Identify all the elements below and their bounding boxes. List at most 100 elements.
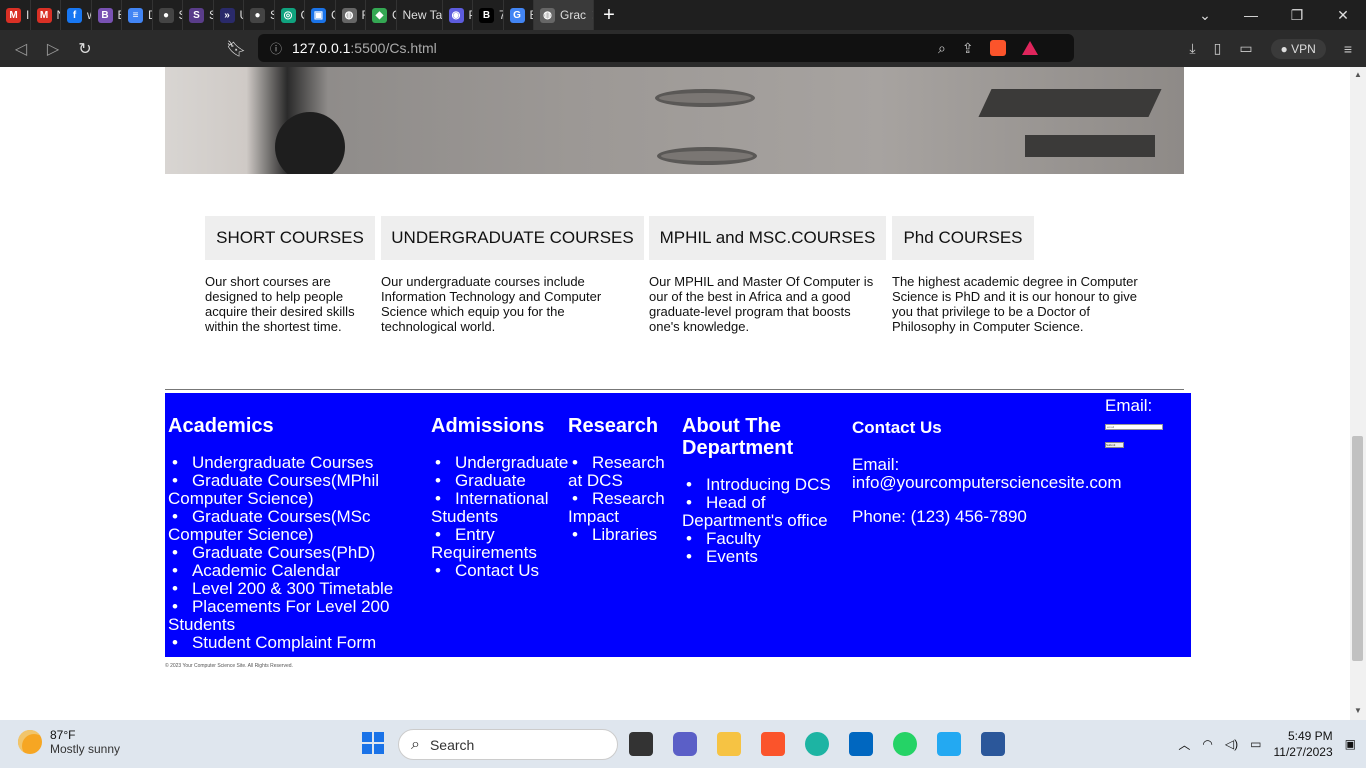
footer-link[interactable]: Undergraduate <box>431 454 568 472</box>
bookmark-icon[interactable]: 🔖︎ <box>220 33 252 65</box>
footer-link[interactable]: Events <box>682 548 832 566</box>
site-info-icon[interactable]: ⓘ <box>270 40 282 57</box>
browser-tab[interactable]: GBest <box>504 0 534 30</box>
minimize-button[interactable]: — <box>1228 7 1274 23</box>
clock[interactable]: 5:49 PM 11/27/2023 <box>1273 728 1332 760</box>
battery-icon[interactable]: ▭ <box>1250 737 1261 751</box>
tab-short-courses[interactable]: SHORT COURSES <box>205 216 375 260</box>
footer-link[interactable]: Level 200 & 300 Timetable <box>168 580 398 598</box>
share-icon[interactable]: ⇪ <box>962 40 974 57</box>
browser-tab[interactable]: ◍Res <box>336 0 366 30</box>
browser-tab[interactable]: SSaka <box>183 0 214 30</box>
notification-icon[interactable]: ▣ <box>1345 737 1356 751</box>
footer-contact-title: Contact Us <box>852 418 942 437</box>
tab-mphil-msc-courses[interactable]: MPHIL and MSC.COURSES <box>649 216 886 260</box>
vpn-button[interactable]: ● VPN <box>1270 38 1326 59</box>
hero-image-fan <box>655 89 755 107</box>
footer-link[interactable]: Student Complaint Form <box>168 634 398 652</box>
footer-link[interactable]: Graduate Courses(MSc Computer Science) <box>168 508 398 544</box>
zoom-icon[interactable]: ⌕ <box>938 40 946 57</box>
clock-date: 11/27/2023 <box>1273 745 1333 759</box>
volume-icon[interactable]: ◁) <box>1225 737 1238 751</box>
footer-link[interactable]: Head of Department's office <box>682 494 832 530</box>
subscribe-submit-button[interactable]: Submit <box>1105 442 1124 448</box>
footer-link[interactable]: Research at DCS <box>568 454 678 490</box>
footer-link[interactable]: Entry Requirements <box>431 526 563 562</box>
reload-button[interactable]: ↻ <box>69 33 101 65</box>
tab-search-chevron-icon[interactable]: ⌄ <box>1182 7 1228 24</box>
new-tab-button[interactable]: + <box>594 0 624 30</box>
brave-rewards-icon[interactable] <box>1021 41 1038 55</box>
footer-link[interactable]: Graduate <box>431 472 563 490</box>
system-tray: ︿ ◠ ◁) ▭ 5:49 PM 11/27/2023 ▣ <box>1178 728 1356 760</box>
browser-tab[interactable]: ◍Grac✕ <box>534 0 594 30</box>
brave-shields-icon[interactable] <box>989 40 1006 56</box>
contact-email[interactable]: info@yourcomputersciencesite.com <box>852 474 1122 492</box>
about-list: Introducing DCSHead of Department's offi… <box>682 476 832 566</box>
word-icon[interactable] <box>981 732 1005 756</box>
mphil-courses-description: Our MPHIL and Master Of Computer is our … <box>649 274 874 334</box>
wifi-icon[interactable]: ◠ <box>1202 737 1212 751</box>
vscode-icon[interactable] <box>937 732 961 756</box>
footer-link[interactable]: Introducing DCS <box>682 476 832 494</box>
scrollbar-thumb[interactable] <box>1352 436 1363 661</box>
scroll-up-arrow-icon[interactable]: ▲ <box>1352 70 1364 79</box>
research-list: Research at DCSResearch ImpactLibraries <box>568 454 678 544</box>
browser-tab[interactable]: New Tab <box>397 0 443 30</box>
browser-tab[interactable]: MNew <box>31 0 61 30</box>
facebook-icon: f <box>67 7 82 23</box>
scroll-down-arrow-icon[interactable]: ▼ <box>1352 706 1364 715</box>
google-icon: G <box>509 7 525 23</box>
footer-link[interactable]: Faculty <box>682 530 832 548</box>
brave-browser-icon[interactable] <box>761 732 785 756</box>
close-window-button[interactable]: ✕ <box>1320 7 1366 24</box>
browser-tab[interactable]: ▣CBA <box>305 0 336 30</box>
maximize-button[interactable]: ❐ <box>1274 7 1320 24</box>
download-icon[interactable]: ⤓ <box>1189 40 1195 57</box>
taskbar-search[interactable]: ⌕ Search <box>398 729 618 760</box>
sidebar-icon[interactable]: ▯ <box>1214 40 1222 57</box>
browser-tab[interactable]: MInbo <box>0 0 31 30</box>
tab-label: Phd COURSES <box>903 228 1023 247</box>
start-button[interactable] <box>362 732 384 754</box>
wallet-icon[interactable]: ▭ <box>1239 40 1252 57</box>
menu-icon[interactable]: ≡ <box>1344 41 1352 57</box>
subscribe-email-input[interactable]: email <box>1105 424 1163 430</box>
microsoft-store-icon[interactable] <box>849 732 873 756</box>
footer-link[interactable]: Undergraduate Courses <box>168 454 398 472</box>
footer-link[interactable]: Contact Us <box>431 562 563 580</box>
file-explorer-icon[interactable] <box>717 732 741 756</box>
tab-phd-courses[interactable]: Phd COURSES <box>892 216 1034 260</box>
whatsapp-icon[interactable] <box>893 732 917 756</box>
footer-link[interactable]: Placements For Level 200 Students <box>168 598 398 634</box>
footer-link[interactable]: Libraries <box>568 526 678 544</box>
browser-tab[interactable]: ◆Con <box>366 0 397 30</box>
footer-link[interactable]: Graduate Courses(MPhil Computer Science) <box>168 472 398 508</box>
hero-image-chair <box>275 112 345 174</box>
browser-tab[interactable]: fwww <box>61 0 92 30</box>
footer-link[interactable]: Research Impact <box>568 490 678 526</box>
back-button[interactable]: ◁ <box>5 33 37 65</box>
footer-link[interactable]: Graduate Courses(PhD) <box>168 544 398 562</box>
navigation-bar: ◁ ▷ ↻ 🔖︎ ⓘ 127.0.0.1 :5500/Cs.html ⌕ ⇪ ⤓… <box>0 30 1366 67</box>
footer-link[interactable]: Academic Calendar <box>168 562 398 580</box>
browser-tab[interactable]: B7 Be <box>473 0 504 30</box>
browser-tab[interactable]: »UG <box>214 0 244 30</box>
footer-contact: Contact Us Email: info@yourcomputerscien… <box>852 417 1122 526</box>
browser-tab[interactable]: ●Surp <box>153 0 183 30</box>
task-view-icon[interactable] <box>629 732 653 756</box>
browser-tab[interactable]: ●Surp <box>244 0 275 30</box>
hero-image-fan <box>657 147 757 165</box>
footer-link[interactable]: International Students <box>431 490 563 526</box>
weather-widget[interactable]: 87°F Mostly sunny <box>18 728 120 756</box>
browser-tab[interactable]: BBacl <box>92 0 122 30</box>
forward-button[interactable]: ▷ <box>37 33 69 65</box>
edge-icon[interactable] <box>805 732 829 756</box>
browser-tab[interactable]: ≡DCI <box>122 0 153 30</box>
tray-overflow-chevron-icon[interactable]: ︿ <box>1178 736 1190 753</box>
browser-tab[interactable]: ◎Chat <box>275 0 305 30</box>
browser-tab[interactable]: ◉Poe <box>443 0 473 30</box>
address-bar[interactable]: ⓘ 127.0.0.1 :5500/Cs.html ⌕ ⇪ <box>258 34 1074 62</box>
tab-undergraduate-courses[interactable]: UNDERGRADUATE COURSES <box>381 216 644 260</box>
teams-meet-icon[interactable] <box>673 732 697 756</box>
